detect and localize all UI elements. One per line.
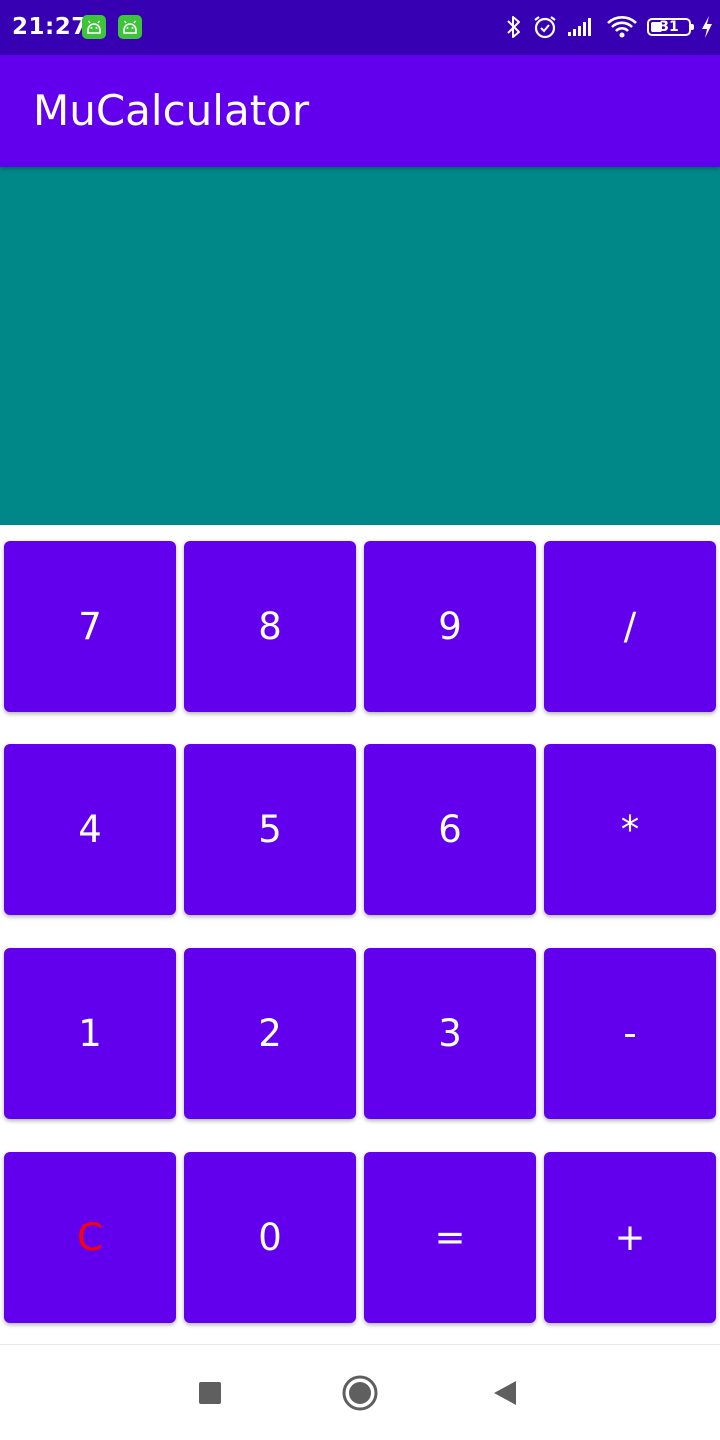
key-4[interactable]: 4 bbox=[4, 744, 176, 915]
key-1[interactable]: 1 bbox=[4, 948, 176, 1119]
key-subtract[interactable]: - bbox=[544, 948, 716, 1119]
battery-level-text: 31 bbox=[659, 19, 679, 35]
key-clear[interactable]: C bbox=[4, 1152, 176, 1323]
key-5[interactable]: 5 bbox=[184, 744, 356, 915]
key-add[interactable]: + bbox=[544, 1152, 716, 1323]
app-title: MuCalculator bbox=[33, 86, 310, 135]
bluetooth-icon bbox=[505, 14, 523, 40]
key-divide[interactable]: / bbox=[544, 541, 716, 712]
wifi-icon bbox=[606, 15, 638, 39]
navigation-bar bbox=[0, 1344, 720, 1440]
key-2[interactable]: 2 bbox=[184, 948, 356, 1119]
app-bar: MuCalculator bbox=[0, 55, 720, 167]
charging-bolt-icon bbox=[700, 15, 714, 39]
status-indicators: 31 bbox=[505, 12, 714, 42]
key-3[interactable]: 3 bbox=[364, 948, 536, 1119]
key-8[interactable]: 8 bbox=[184, 541, 356, 712]
alarm-icon bbox=[532, 14, 558, 40]
android-app-notification-icon bbox=[82, 15, 106, 39]
key-9[interactable]: 9 bbox=[364, 541, 536, 712]
cellular-signal-icon bbox=[567, 16, 597, 38]
status-bar: 21:27 31 bbox=[0, 0, 720, 55]
android-app-notification-icon bbox=[118, 15, 142, 39]
key-6[interactable]: 6 bbox=[364, 744, 536, 915]
calculator-display bbox=[0, 167, 720, 525]
recents-icon[interactable] bbox=[190, 1373, 230, 1413]
key-equals[interactable]: = bbox=[364, 1152, 536, 1323]
key-multiply[interactable]: * bbox=[544, 744, 716, 915]
key-7[interactable]: 7 bbox=[4, 541, 176, 712]
back-icon[interactable] bbox=[486, 1373, 526, 1413]
key-0[interactable]: 0 bbox=[184, 1152, 356, 1323]
battery-icon: 31 bbox=[647, 18, 694, 36]
keypad: 7 8 9 / 4 5 6 * 1 2 3 - C 0 = + bbox=[0, 525, 720, 1343]
home-icon[interactable] bbox=[340, 1373, 380, 1413]
status-time: 21:27 bbox=[12, 14, 88, 40]
